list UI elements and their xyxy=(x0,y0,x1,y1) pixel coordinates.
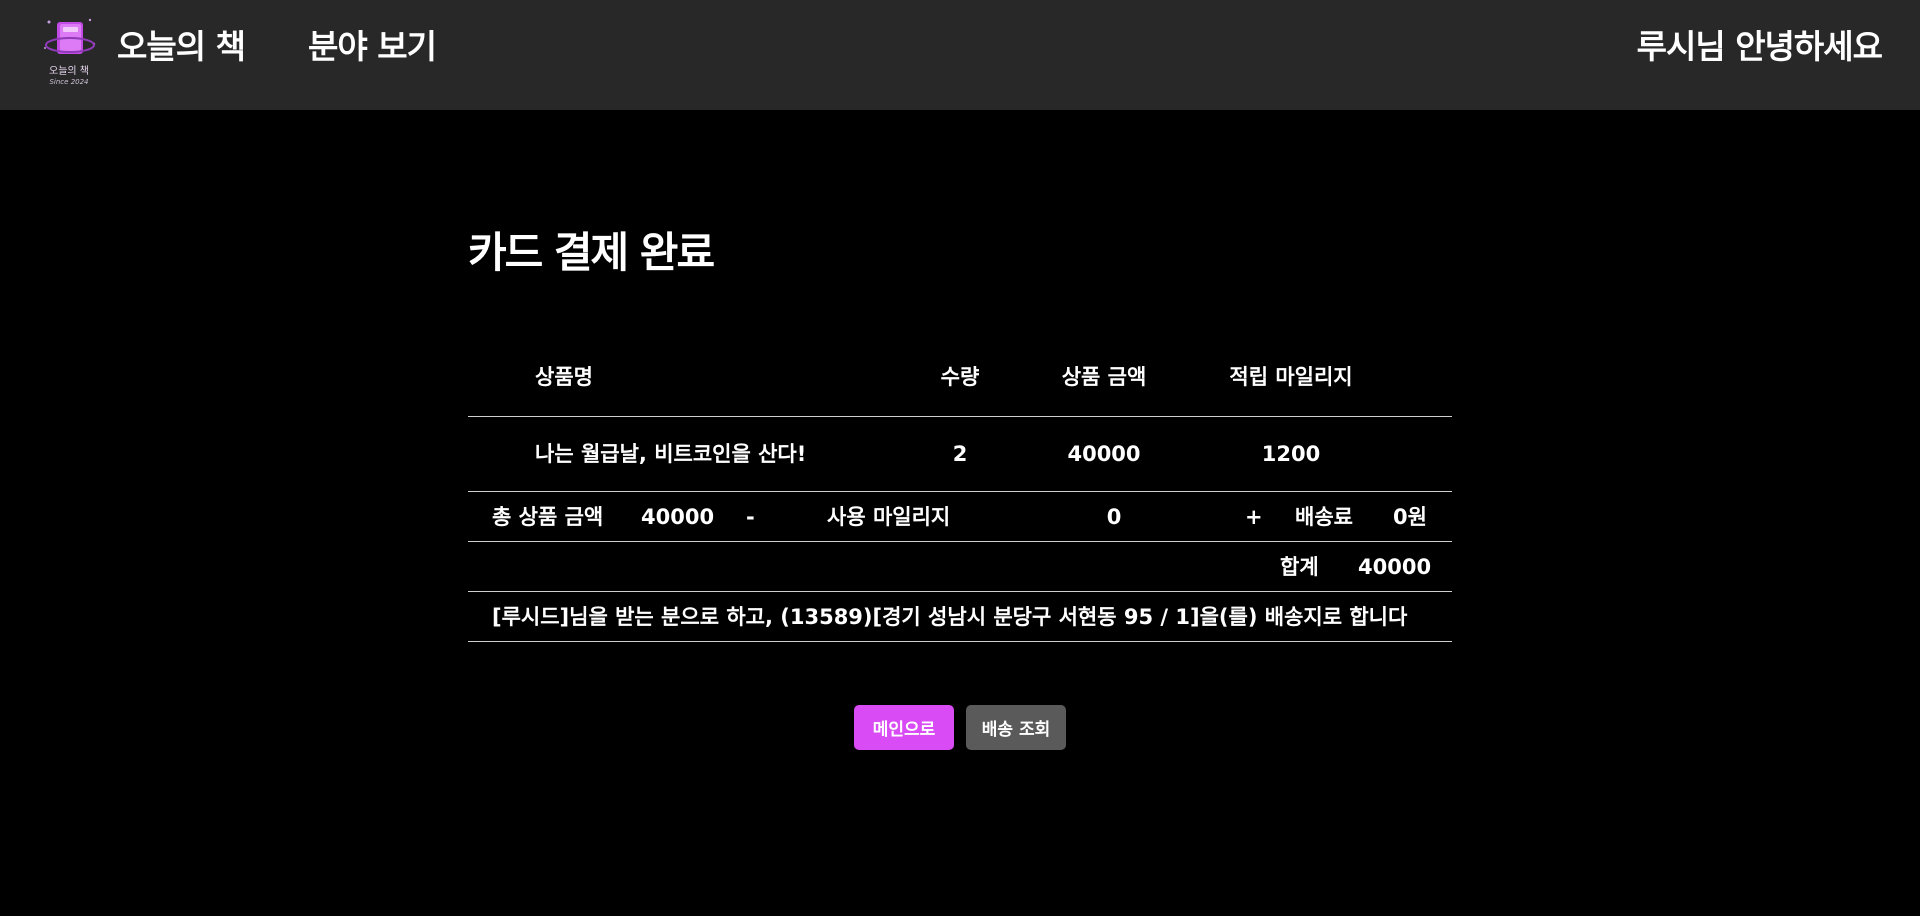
price-breakdown-row: 총 상품 금액 40000 - 사용 마일리지 0 + 배송료 0원 xyxy=(468,491,1452,541)
column-header-mileage: 적립 마일리지 xyxy=(1229,365,1353,389)
site-header: 오늘의 책 Since 2024 오늘의 책 분야 보기 루시님 안녕하세요 xyxy=(0,0,1920,110)
column-header-price: 상품 금액 xyxy=(1061,365,1147,389)
plus-sign: + xyxy=(1245,505,1263,529)
total-product-label: 총 상품 금액 xyxy=(492,505,604,529)
logo-subtitle: Since 2024 xyxy=(49,78,89,86)
used-mileage-value: 0 xyxy=(1106,505,1122,529)
nav-category-link[interactable]: 분야 보기 xyxy=(308,24,437,70)
grand-total-row: 합계 40000 xyxy=(468,541,1452,591)
grand-total-label: 합계 xyxy=(1280,555,1319,579)
track-delivery-button[interactable]: 배송 조회 xyxy=(966,705,1066,750)
item-mileage: 1200 xyxy=(1261,442,1321,466)
page-title: 카드 결제 완료 xyxy=(468,228,715,277)
shipping-fee-label: 배송료 xyxy=(1295,505,1353,529)
used-mileage-label: 사용 마일리지 xyxy=(827,505,951,529)
brand-name[interactable]: 오늘의 책 xyxy=(117,24,246,70)
order-summary: 상품명 수량 상품 금액 적립 마일리지 나는 월급날, 비트코인을 산다! 2… xyxy=(468,350,1452,642)
item-price: 40000 xyxy=(1067,442,1141,466)
user-greeting: 루시님 안녕하세요 xyxy=(1636,27,1883,66)
go-main-button[interactable]: 메인으로 xyxy=(854,705,954,750)
total-product-value: 40000 xyxy=(641,505,715,529)
grand-total-value: 40000 xyxy=(1358,555,1432,579)
shipping-address-text: [루시드]님을 받는 분으로 하고, (13589)[경기 성남시 분당구 서현… xyxy=(492,605,1408,629)
table-row: 나는 월급날, 비트코인을 산다! 2 40000 1200 xyxy=(468,416,1452,491)
table-header-row: 상품명 수량 상품 금액 적립 마일리지 xyxy=(468,350,1452,416)
shipping-fee-value: 0원 xyxy=(1393,505,1427,529)
book-logo-icon xyxy=(44,18,96,54)
logo[interactable]: 오늘의 책 Since 2024 xyxy=(40,14,98,92)
column-header-quantity: 수량 xyxy=(940,365,980,389)
item-quantity: 2 xyxy=(952,442,968,466)
shipping-address-row: [루시드]님을 받는 분으로 하고, (13589)[경기 성남시 분당구 서현… xyxy=(468,591,1452,642)
item-product-name: 나는 월급날, 비트코인을 산다! xyxy=(535,442,807,466)
column-header-product: 상품명 xyxy=(535,365,593,389)
logo-text: 오늘의 책 xyxy=(49,66,89,77)
minus-sign: - xyxy=(746,505,755,529)
